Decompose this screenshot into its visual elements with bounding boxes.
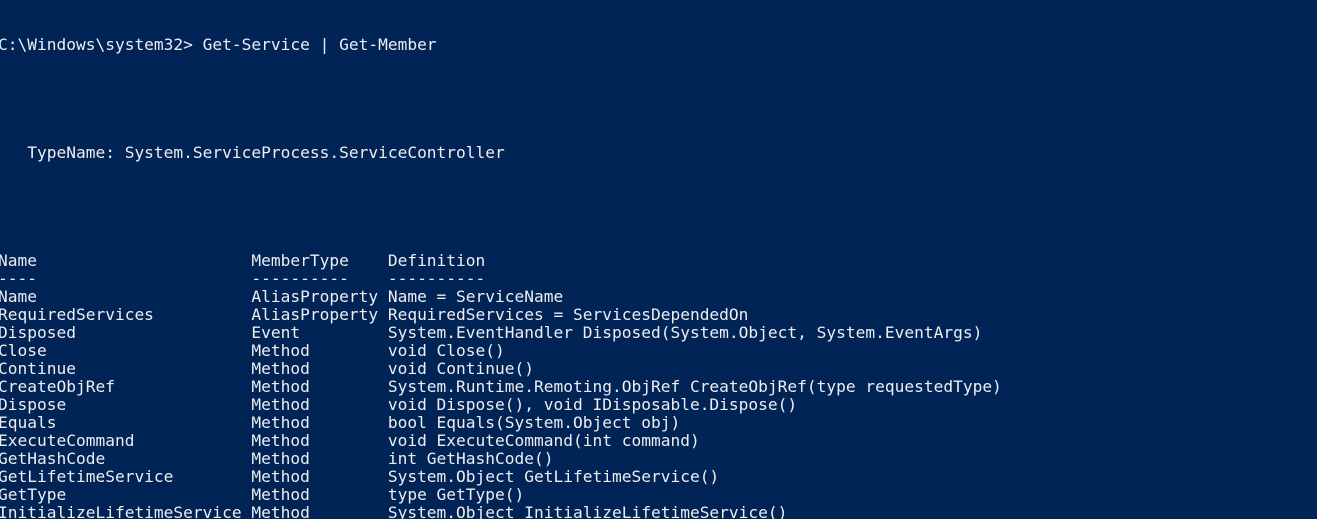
- member-table: Name MemberType Definition ---- ---------…: [0, 252, 1158, 519]
- table-row: GetLifetimeService Method System.Object …: [0, 467, 720, 486]
- table-row: Disposed Event System.EventHandler Dispo…: [0, 323, 983, 342]
- table-header-row: Name MemberType Definition: [0, 251, 486, 270]
- table-row: Continue Method void Continue(): [0, 359, 535, 378]
- table-row: RequiredServices AliasProperty RequiredS…: [0, 305, 749, 324]
- table-row: GetType Method type GetType(): [0, 485, 525, 504]
- table-row: Close Method void Close(): [0, 341, 505, 360]
- table-row: Dispose Method void Dispose(), void IDis…: [0, 395, 798, 414]
- table-row: ExecuteCommand Method void ExecuteComman…: [0, 431, 700, 450]
- powershell-console[interactable]: C:\Windows\system32> Get-Service | Get-M…: [0, 0, 1317, 519]
- typename-line: TypeName: System.ServiceProcess.ServiceC…: [0, 143, 505, 162]
- table-separator-row: ---- ---------- ----------: [0, 269, 486, 288]
- console-scrollback: C:\Windows\system32> Get-Service | Get-M…: [0, 0, 1158, 519]
- table-row: InitializeLifetimeService Method System.…: [0, 503, 788, 519]
- table-row: Equals Method bool Equals(System.Object …: [0, 413, 681, 432]
- prompt-line: C:\Windows\system32> Get-Service | Get-M…: [0, 35, 437, 54]
- table-row: CreateObjRef Method System.Runtime.Remot…: [0, 377, 1002, 396]
- table-row: GetHashCode Method int GetHashCode(): [0, 449, 554, 468]
- table-row: Name AliasProperty Name = ServiceName: [0, 287, 564, 306]
